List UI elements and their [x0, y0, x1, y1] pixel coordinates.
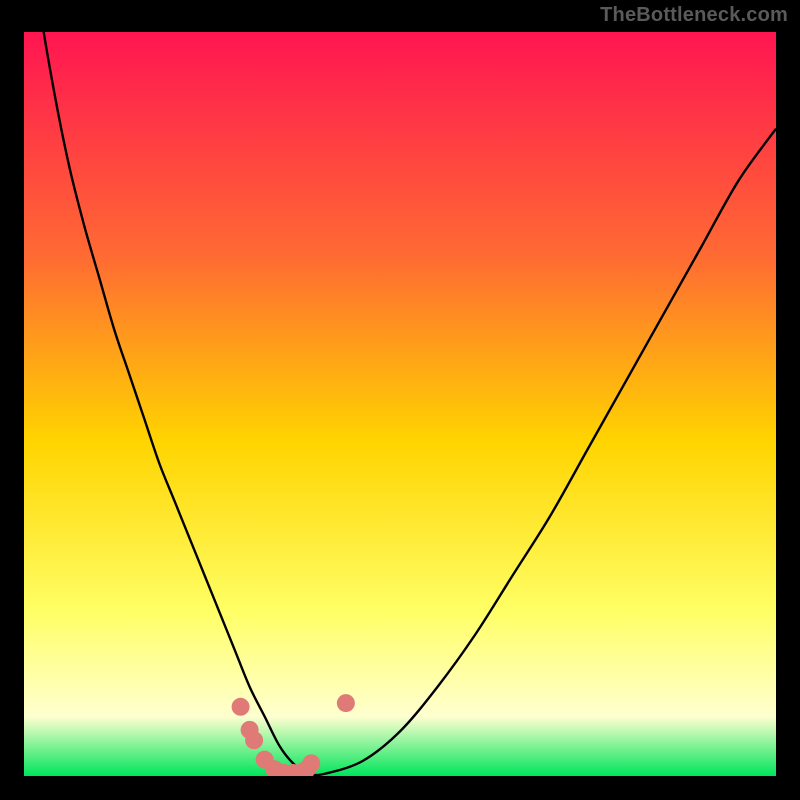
chart-frame: TheBottleneck.com: [0, 0, 800, 800]
marker-dot: [337, 694, 355, 712]
marker-dot: [302, 754, 320, 772]
marker-dot: [245, 731, 263, 749]
marker-dot: [232, 698, 250, 716]
bottleneck-chart: [24, 32, 776, 776]
plot-area: [24, 32, 776, 776]
attribution-watermark: TheBottleneck.com: [600, 4, 788, 27]
gradient-background: [24, 32, 776, 776]
